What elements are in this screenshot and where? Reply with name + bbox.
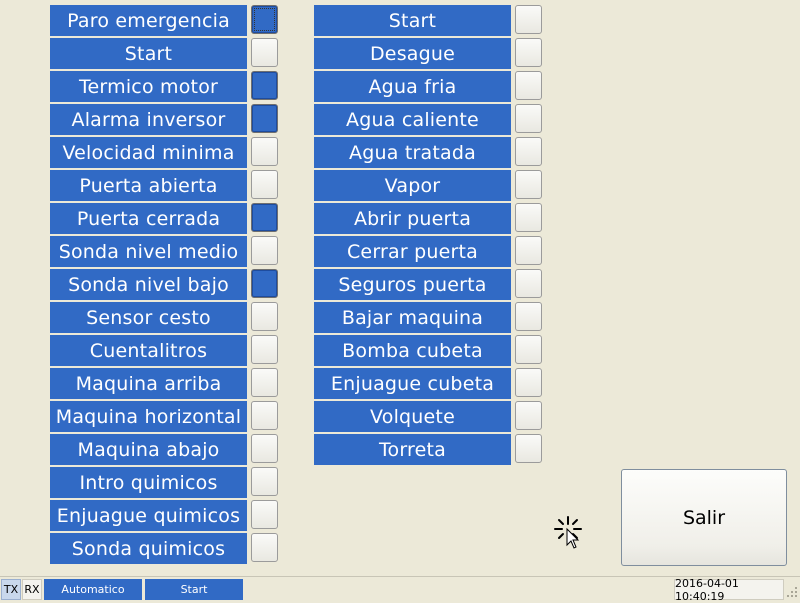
input-state-indicator[interactable] bbox=[251, 236, 278, 265]
input-state-indicator[interactable] bbox=[251, 137, 278, 166]
input-label: Sonda quimicos bbox=[50, 533, 247, 564]
output-state-indicator[interactable] bbox=[515, 269, 542, 298]
output-label: Torreta bbox=[314, 434, 511, 465]
output-label: Enjuague cubeta bbox=[314, 368, 511, 399]
input-state-indicator[interactable] bbox=[251, 71, 278, 100]
input-label: Paro emergencia bbox=[50, 5, 247, 36]
output-label: Bajar maquina bbox=[314, 302, 511, 333]
tx-indicator: TX bbox=[1, 579, 21, 600]
input-state-indicator[interactable] bbox=[251, 302, 278, 331]
input-label: Maquina abajo bbox=[50, 434, 247, 465]
resize-grip-icon bbox=[787, 587, 797, 597]
input-label: Puerta abierta bbox=[50, 170, 247, 201]
input-state-indicator[interactable] bbox=[251, 170, 278, 199]
output-state-indicator[interactable] bbox=[515, 137, 542, 166]
output-label: Agua caliente bbox=[314, 104, 511, 135]
input-state-indicator[interactable] bbox=[251, 104, 278, 133]
state-status: Start bbox=[145, 579, 243, 600]
input-state-indicator[interactable] bbox=[251, 203, 278, 232]
input-label: Maquina arriba bbox=[50, 368, 247, 399]
output-label: Volquete bbox=[314, 401, 511, 432]
input-state-indicator[interactable] bbox=[251, 533, 278, 562]
input-state-indicator[interactable] bbox=[251, 434, 278, 463]
input-label: Sonda nivel medio bbox=[50, 236, 247, 267]
input-state-indicator[interactable] bbox=[251, 5, 278, 34]
output-label: Agua tratada bbox=[314, 137, 511, 168]
output-label: Cerrar puerta bbox=[314, 236, 511, 267]
input-label: Sonda nivel bajo bbox=[50, 269, 247, 300]
busy-cursor-icon bbox=[554, 516, 582, 549]
input-state-indicator[interactable] bbox=[251, 401, 278, 430]
output-state-indicator[interactable] bbox=[515, 170, 542, 199]
output-label: Desague bbox=[314, 38, 511, 69]
input-label: Start bbox=[50, 38, 247, 69]
output-state-indicator[interactable] bbox=[515, 104, 542, 133]
input-label: Termico motor bbox=[50, 71, 247, 102]
input-state-indicator[interactable] bbox=[251, 38, 278, 67]
output-state-indicator[interactable] bbox=[515, 401, 542, 430]
salir-button[interactable]: Salir bbox=[621, 469, 787, 566]
output-state-indicator[interactable] bbox=[515, 203, 542, 232]
output-state-indicator[interactable] bbox=[515, 5, 542, 34]
output-label: Seguros puerta bbox=[314, 269, 511, 300]
output-state-indicator[interactable] bbox=[515, 368, 542, 397]
output-state-indicator[interactable] bbox=[515, 38, 542, 67]
input-label: Sensor cesto bbox=[50, 302, 247, 333]
output-label: Start bbox=[314, 5, 511, 36]
output-label: Agua fria bbox=[314, 71, 511, 102]
output-label: Vapor bbox=[314, 170, 511, 201]
mode-status: Automatico bbox=[44, 579, 142, 600]
input-label: Puerta cerrada bbox=[50, 203, 247, 234]
rx-indicator: RX bbox=[22, 579, 42, 600]
input-label: Maquina horizontal bbox=[50, 401, 247, 432]
output-state-indicator[interactable] bbox=[515, 434, 542, 463]
output-label: Bomba cubeta bbox=[314, 335, 511, 366]
input-state-indicator[interactable] bbox=[251, 500, 278, 529]
input-state-indicator[interactable] bbox=[251, 335, 278, 364]
input-label: Velocidad minima bbox=[50, 137, 247, 168]
input-state-indicator[interactable] bbox=[251, 269, 278, 298]
input-state-indicator[interactable] bbox=[251, 467, 278, 496]
output-state-indicator[interactable] bbox=[515, 71, 542, 100]
input-label: Alarma inversor bbox=[50, 104, 247, 135]
output-state-indicator[interactable] bbox=[515, 236, 542, 265]
input-label: Cuentalitros bbox=[50, 335, 247, 366]
status-bar: TX RX Automatico Start 2016-04-01 10:40:… bbox=[0, 576, 800, 603]
input-state-indicator[interactable] bbox=[251, 368, 278, 397]
datetime-display: 2016-04-01 10:40:19 bbox=[674, 577, 784, 603]
output-state-indicator[interactable] bbox=[515, 302, 542, 331]
output-state-indicator[interactable] bbox=[515, 335, 542, 364]
input-label: Enjuague quimicos bbox=[50, 500, 247, 531]
input-label: Intro quimicos bbox=[50, 467, 247, 498]
output-label: Abrir puerta bbox=[314, 203, 511, 234]
